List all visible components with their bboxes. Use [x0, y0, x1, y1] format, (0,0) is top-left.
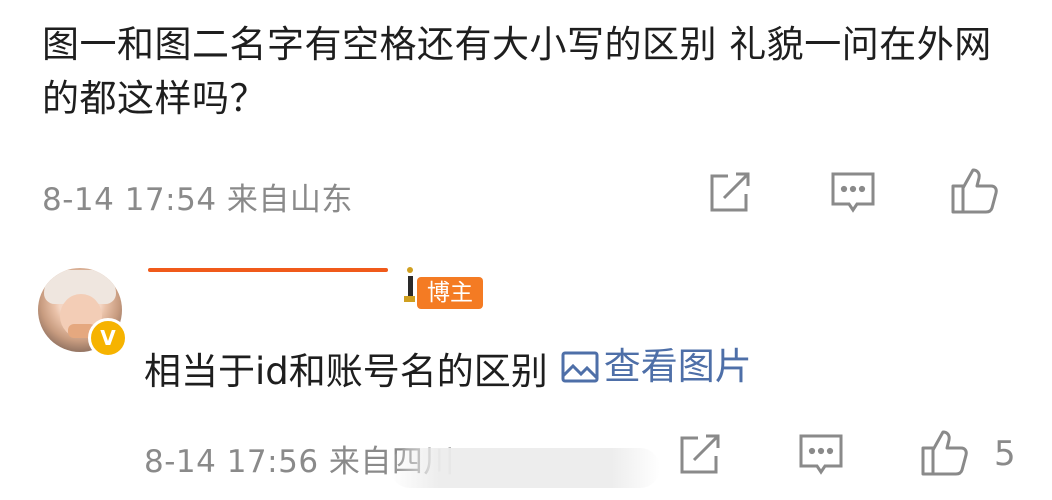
comment-icon	[831, 172, 875, 213]
member-icon	[404, 267, 415, 302]
author-badge: 博主	[417, 277, 483, 309]
view-image-label: 查看图片	[603, 345, 752, 388]
comment-meta: 8-14 17:54 来自山东	[42, 182, 353, 218]
reply-share-button[interactable]	[672, 428, 726, 482]
comment-icon	[799, 434, 843, 475]
comment-button[interactable]	[826, 166, 880, 220]
share-button[interactable]	[702, 166, 756, 220]
image-icon	[561, 351, 599, 383]
like-icon	[921, 430, 968, 476]
like-button[interactable]	[948, 164, 1002, 218]
watermark-overlay	[390, 448, 660, 488]
view-image-link[interactable]: 查看图片	[560, 340, 752, 394]
username-obscured[interactable]	[148, 268, 388, 272]
reply-text: 相当于id和账号名的区别	[144, 350, 548, 393]
verified-badge: V	[88, 318, 128, 358]
reply-body: 相当于id和账号名的区别 查看图片	[144, 340, 752, 399]
share-icon	[710, 172, 750, 212]
comment-text: 图一和图二名字有空格还有大小写的区别 礼貌一问在外网的都这样吗？	[42, 23, 992, 120]
reply-like-button[interactable]	[918, 426, 972, 480]
like-icon	[951, 168, 998, 214]
like-count: 5	[994, 434, 1016, 474]
share-icon	[680, 434, 720, 474]
reply-comment-button[interactable]	[794, 428, 848, 482]
